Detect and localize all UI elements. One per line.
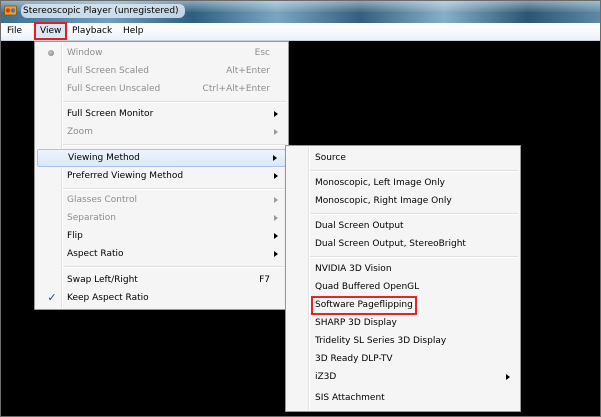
view-menu-item-separation[interactable]: Separation <box>37 209 286 227</box>
view-menu-item-flip[interactable]: Flip <box>37 227 286 245</box>
submenu-arrow-icon <box>274 173 278 179</box>
view-menu-item-viewing-method[interactable]: Viewing Method <box>37 149 286 167</box>
menu-bar: File View Playback Help <box>1 22 600 41</box>
view-menu-item-aspect-ratio[interactable]: Aspect Ratio <box>37 245 286 263</box>
submenu-arrow-icon <box>273 155 277 161</box>
menu-playback[interactable]: Playback <box>68 24 116 38</box>
stereoscopic-player-app-icon <box>4 5 17 16</box>
submenu-arrow-icon <box>274 111 278 117</box>
view-menu: Window Esc Full Screen Scaled Alt+Enter … <box>34 41 289 310</box>
viewing-method-source[interactable]: Source <box>288 149 518 167</box>
menu-file[interactable]: File <box>3 24 26 38</box>
window-title: Stereoscopic Player (unregistered) <box>21 4 185 18</box>
view-menu-item-glasses-control[interactable]: Glasses Control <box>37 191 286 209</box>
submenu-arrow-icon <box>274 233 278 239</box>
menu-separator <box>310 256 518 258</box>
submenu-arrow-icon <box>274 129 278 135</box>
viewing-method-submenu: Source Monoscopic, Left Image Only Monos… <box>285 145 521 412</box>
view-menu-item-full-screen-unscaled[interactable]: Full Screen Unscaled Ctrl+Alt+Enter <box>37 80 286 98</box>
view-menu-item-full-screen-scaled[interactable]: Full Screen Scaled Alt+Enter <box>37 62 286 80</box>
menu-view[interactable]: View <box>33 22 68 40</box>
submenu-arrow-icon <box>506 374 510 380</box>
viewing-method-dual-screen[interactable]: Dual Screen Output <box>288 217 518 235</box>
menu-help[interactable]: Help <box>119 24 148 38</box>
menu-separator <box>63 144 286 146</box>
viewing-method-sis-attachment[interactable]: SIS Attachment <box>288 389 518 407</box>
menu-separator <box>63 101 286 103</box>
submenu-arrow-icon <box>274 251 278 257</box>
view-menu-item-full-screen-monitor[interactable]: Full Screen Monitor <box>37 105 286 123</box>
menu-separator <box>63 266 286 268</box>
submenu-arrow-icon <box>274 215 278 221</box>
view-menu-item-preferred-viewing-method[interactable]: Preferred Viewing Method <box>37 167 286 185</box>
view-menu-item-swap-left-right[interactable]: Swap Left/Right F7 <box>37 271 286 289</box>
view-menu-item-window[interactable]: Window Esc <box>37 44 286 62</box>
menu-separator <box>63 188 286 190</box>
viewing-method-dual-screen-stereobright[interactable]: Dual Screen Output, StereoBright <box>288 235 518 253</box>
viewing-method-nvidia-3d-vision[interactable]: NVIDIA 3D Vision <box>288 260 518 278</box>
viewing-method-3d-ready-dlp-tv[interactable]: 3D Ready DLP-TV <box>288 350 518 368</box>
radio-bullet-icon <box>48 50 54 56</box>
viewing-method-tridelity[interactable]: Tridelity SL Series 3D Display <box>288 332 518 350</box>
title-bar: Stereoscopic Player (unregistered) <box>1 1 600 23</box>
view-menu-item-zoom[interactable]: Zoom <box>37 123 286 141</box>
app-window: Stereoscopic Player (unregistered) File … <box>0 0 601 417</box>
checkmark-icon: ✓ <box>47 291 57 304</box>
viewing-method-monoscopic-right[interactable]: Monoscopic, Right Image Only <box>288 192 518 210</box>
menu-separator <box>310 170 518 172</box>
submenu-arrow-icon <box>274 197 278 203</box>
viewing-method-sharp-3d-display[interactable]: SHARP 3D Display <box>288 314 518 332</box>
menu-separator <box>310 213 518 215</box>
viewing-method-software-pageflipping[interactable]: Software Pageflipping <box>288 296 518 314</box>
view-menu-item-keep-aspect-ratio[interactable]: ✓ Keep Aspect Ratio <box>37 289 286 307</box>
viewing-method-quad-buffered-opengl[interactable]: Quad Buffered OpenGL <box>288 278 518 296</box>
viewing-method-monoscopic-left[interactable]: Monoscopic, Left Image Only <box>288 174 518 192</box>
viewing-method-iz3d[interactable]: iZ3D <box>288 368 518 386</box>
